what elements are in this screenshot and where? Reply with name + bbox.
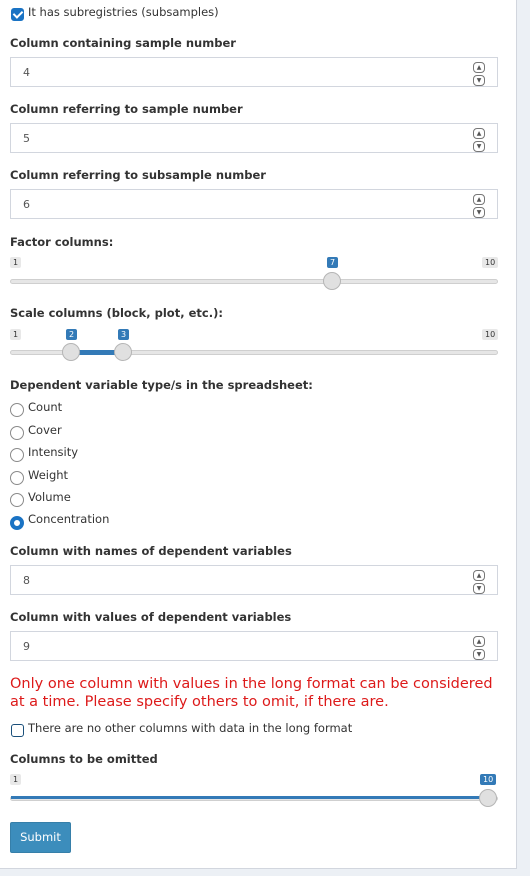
chevron-up-icon[interactable]: ▲: [473, 570, 485, 581]
no-other-cols-checkbox[interactable]: [11, 724, 24, 737]
ref-sample-col-input[interactable]: 5 ▲ ▼: [10, 123, 498, 153]
scale-cols-handle-to[interactable]: [114, 343, 132, 361]
radio-intensity-label: Intensity: [28, 445, 79, 459]
factor-cols-min: 1: [10, 257, 22, 268]
ref-sample-col-label: Column referring to sample number: [10, 102, 243, 116]
dep-names-col-value: 8: [23, 574, 30, 587]
scale-cols-min: 1: [10, 329, 22, 340]
dep-values-col-value: 9: [23, 640, 30, 653]
warning-message: Only one column with values in the long …: [10, 676, 493, 710]
sample-col-spinner[interactable]: ▲ ▼: [473, 62, 485, 86]
dep-values-col-spinner[interactable]: ▲ ▼: [473, 636, 485, 660]
scale-cols-label: Scale columns (block, plot, etc.):: [10, 306, 223, 320]
dep-names-col-input[interactable]: 8 ▲ ▼: [10, 565, 498, 595]
chevron-down-icon[interactable]: ▼: [473, 207, 485, 218]
dep-names-col-label: Column with names of dependent variables: [10, 544, 292, 558]
omit-cols-fill: [11, 796, 488, 799]
chevron-down-icon[interactable]: ▼: [473, 583, 485, 594]
form-panel: It has subregistries (subsamples) Column…: [0, 0, 517, 869]
radio-cover[interactable]: [10, 426, 24, 440]
radio-weight-label: Weight: [28, 468, 69, 482]
radio-count-label: Count: [28, 400, 63, 414]
dep-values-col-input[interactable]: 9 ▲ ▼: [10, 631, 498, 661]
omit-cols-value: 10: [480, 774, 497, 785]
radio-count[interactable]: [10, 403, 24, 417]
factor-cols-label: Factor columns:: [10, 235, 114, 249]
ref-subsample-col-value: 6: [23, 198, 30, 211]
sample-col-value: 4: [23, 66, 30, 79]
sample-col-input[interactable]: 4 ▲ ▼: [10, 57, 498, 87]
factor-cols-max: 10: [482, 257, 499, 268]
omit-cols-min: 1: [10, 774, 22, 785]
radio-volume[interactable]: [10, 493, 24, 507]
chevron-down-icon[interactable]: ▼: [473, 75, 485, 86]
radio-volume-label: Volume: [28, 490, 71, 504]
ref-subsample-col-label: Column referring to subsample number: [10, 168, 266, 182]
radio-cover-label: Cover: [28, 423, 62, 437]
chevron-down-icon[interactable]: ▼: [473, 649, 485, 660]
chevron-up-icon[interactable]: ▲: [473, 194, 485, 205]
page-margin: [517, 0, 530, 876]
dep-values-col-label: Column with values of dependent variable…: [10, 610, 292, 624]
dep-names-col-spinner[interactable]: ▲ ▼: [473, 570, 485, 594]
no-other-cols-label: There are no other columns with data in …: [28, 721, 353, 735]
subregistries-checkbox[interactable]: [11, 8, 24, 21]
subregistries-label: It has subregistries (subsamples): [28, 5, 219, 19]
ref-sample-col-spinner[interactable]: ▲ ▼: [473, 128, 485, 152]
scale-cols-handle-from[interactable]: [62, 343, 80, 361]
chevron-down-icon[interactable]: ▼: [473, 141, 485, 152]
chevron-up-icon[interactable]: ▲: [473, 62, 485, 73]
omit-cols-label: Columns to be omitted: [10, 752, 158, 766]
scale-cols-max: 10: [482, 329, 499, 340]
ref-sample-col-value: 5: [23, 132, 30, 145]
sample-col-label: Column containing sample number: [10, 36, 236, 50]
ref-subsample-col-input[interactable]: 6 ▲ ▼: [10, 189, 498, 219]
scale-cols-from: 2: [66, 329, 78, 340]
dep-type-label: Dependent variable type/s in the spreads…: [10, 378, 313, 392]
chevron-up-icon[interactable]: ▲: [473, 128, 485, 139]
omit-cols-handle[interactable]: [479, 789, 497, 807]
factor-cols-track[interactable]: [10, 279, 498, 284]
scale-cols-to: 3: [118, 329, 130, 340]
radio-concentration-label: Concentration: [28, 512, 110, 526]
radio-concentration[interactable]: [10, 516, 24, 530]
chevron-up-icon[interactable]: ▲: [473, 636, 485, 647]
submit-button[interactable]: Submit: [10, 822, 71, 853]
factor-cols-value: 7: [327, 257, 339, 268]
factor-cols-handle[interactable]: [323, 272, 341, 290]
radio-intensity[interactable]: [10, 448, 24, 462]
ref-subsample-col-spinner[interactable]: ▲ ▼: [473, 194, 485, 218]
radio-weight[interactable]: [10, 471, 24, 485]
